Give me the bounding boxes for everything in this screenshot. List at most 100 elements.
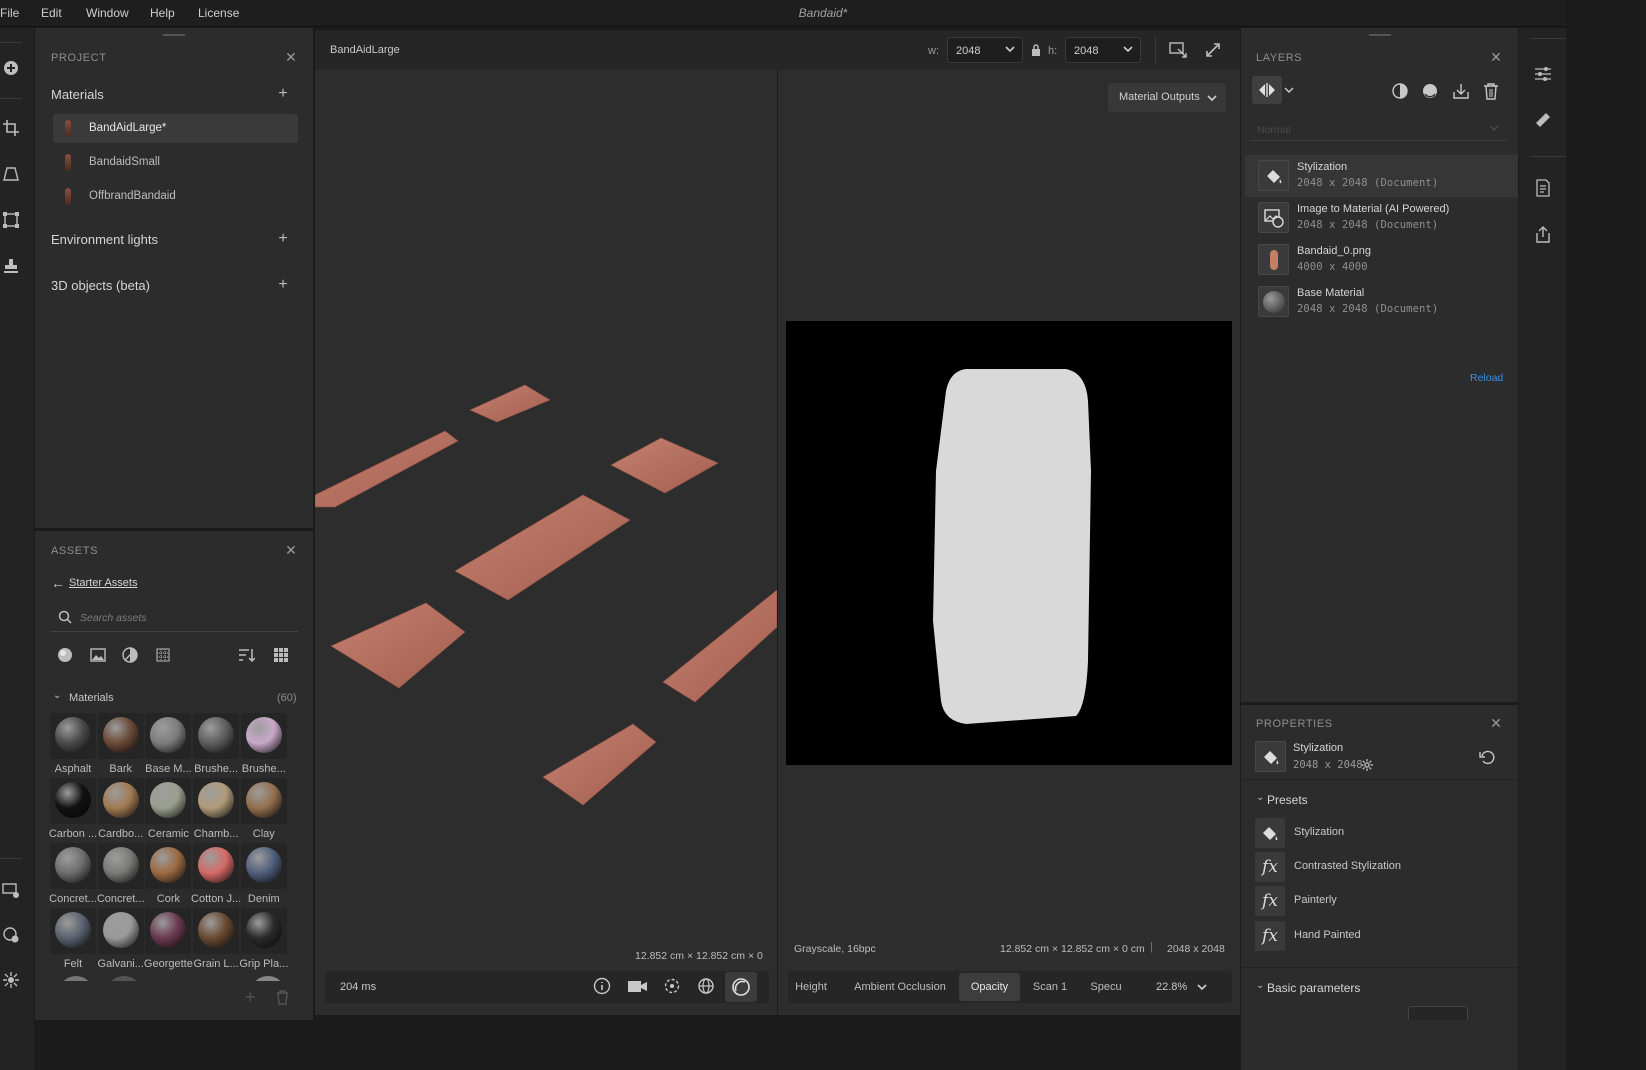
measure-icon[interactable] xyxy=(1531,108,1555,132)
objects-3d-header[interactable]: 3D objects (beta) xyxy=(51,278,150,293)
viewport-2d[interactable]: Material Outputs Grayscale, 16bpc 12.852… xyxy=(778,70,1240,965)
layer-item-base-material[interactable]: Base Material 2048 x 2048 (Document) xyxy=(1245,281,1518,323)
add-3d-object-icon[interactable]: + xyxy=(276,277,290,293)
add-icon[interactable] xyxy=(0,56,23,80)
height-select[interactable]: 2048 xyxy=(1065,37,1141,63)
add-asset-icon[interactable]: + xyxy=(245,987,256,1008)
display-settings-icon[interactable] xyxy=(0,878,23,902)
panel-grip[interactable] xyxy=(163,34,185,36)
grid-view-icon[interactable] xyxy=(269,643,293,667)
channel-tab-scan-1[interactable]: Scan 1 xyxy=(1030,973,1070,1001)
filter-materials-icon[interactable] xyxy=(53,643,77,667)
share-icon[interactable] xyxy=(1531,222,1555,246)
delete-layer-icon[interactable] xyxy=(1483,82,1499,100)
layer-item-bandaid-png[interactable]: Bandaid_0.png 4000 x 4000 xyxy=(1245,239,1518,281)
asset-material-item[interactable]: Bark xyxy=(97,713,144,775)
reset-icon[interactable] xyxy=(1479,749,1497,765)
asset-material-item[interactable]: Galvani... xyxy=(97,908,144,970)
asset-material-item[interactable]: Chamb... xyxy=(193,778,240,840)
asset-material-item[interactable]: Concret... xyxy=(49,843,97,905)
close-layers-icon[interactable]: ✕ xyxy=(1489,50,1503,64)
asset-material-item[interactable]: Grain L... xyxy=(193,908,240,970)
info-icon[interactable] xyxy=(593,977,611,995)
asset-material-item[interactable]: Base M... xyxy=(145,713,192,775)
parameter-field[interactable] xyxy=(1408,1006,1468,1020)
environment-settings-icon[interactable] xyxy=(0,923,23,947)
delete-asset-icon[interactable] xyxy=(276,990,289,1005)
sort-icon[interactable] xyxy=(234,643,258,667)
export-document-icon[interactable] xyxy=(1531,176,1555,200)
preset-stylization[interactable]: Stylization xyxy=(1255,818,1515,848)
chevron-down-icon[interactable] xyxy=(1196,981,1208,993)
close-project-icon[interactable]: ✕ xyxy=(284,50,298,64)
material-outputs-select[interactable]: Material Outputs xyxy=(1108,83,1226,112)
back-arrow-icon[interactable]: ← xyxy=(51,575,65,591)
presets-header[interactable]: Presets xyxy=(1267,793,1308,807)
chevron-down-icon[interactable] xyxy=(1284,86,1294,94)
fullscreen-icon[interactable] xyxy=(1205,42,1221,58)
asset-material-item[interactable]: Cardbo... xyxy=(97,778,144,840)
add-environment-light-icon[interactable]: + xyxy=(276,231,290,247)
preset-contrasted-stylization[interactable]: fx Contrasted Stylization xyxy=(1255,852,1515,882)
close-assets-icon[interactable]: ✕ xyxy=(284,543,298,557)
material-preview-button[interactable] xyxy=(725,972,757,1002)
add-fill-icon[interactable] xyxy=(1421,82,1441,100)
add-filter-icon[interactable] xyxy=(1391,82,1409,100)
transform-icon[interactable] xyxy=(0,208,23,232)
asset-material-item[interactable]: Cotton J... xyxy=(191,843,241,905)
gear-icon[interactable] xyxy=(1361,759,1373,771)
asset-material-item[interactable]: Cork xyxy=(145,843,192,905)
add-material-icon[interactable]: + xyxy=(276,86,290,102)
viewport-divider[interactable] xyxy=(777,70,778,1015)
asset-material-item[interactable]: Felt xyxy=(50,908,96,970)
search-field[interactable]: Search assets xyxy=(51,606,298,632)
close-properties-icon[interactable]: ✕ xyxy=(1489,716,1503,730)
environment-icon[interactable] xyxy=(697,977,717,995)
preset-hand-painted[interactable]: fx Hand Painted xyxy=(1255,921,1515,951)
blend-mode-select[interactable]: Normal xyxy=(1249,117,1508,141)
asset-material-item[interactable]: Brushe... xyxy=(193,713,240,775)
layer-item-stylization[interactable]: Stylization 2048 x 2048 (Document) xyxy=(1245,155,1518,197)
layer-item-image-to-material[interactable]: Image to Material (AI Powered) 2048 x 20… xyxy=(1245,197,1518,239)
menu-license[interactable]: License xyxy=(198,6,239,20)
asset-material-item[interactable]: Grip Pla... xyxy=(239,908,288,970)
scene-settings-icon[interactable] xyxy=(0,968,23,992)
reload-link[interactable]: Reload xyxy=(1470,372,1503,384)
menu-edit[interactable]: Edit xyxy=(41,6,62,20)
filter-patterns-icon[interactable] xyxy=(151,643,175,667)
fit-view-icon[interactable] xyxy=(1168,41,1188,59)
environment-lights-header[interactable]: Environment lights xyxy=(51,232,158,247)
filter-images-icon[interactable] xyxy=(86,643,110,667)
lock-icon[interactable] xyxy=(1031,44,1041,56)
basic-parameters-header[interactable]: Basic parameters xyxy=(1267,981,1360,995)
camera-icon[interactable] xyxy=(627,977,649,995)
asset-material-item[interactable]: Denim xyxy=(240,843,287,905)
channel-tab-specular[interactable]: Specu xyxy=(1089,973,1123,1001)
material-item-offbrandbandaid[interactable]: OffbrandBandaid xyxy=(53,182,298,211)
preset-painterly[interactable]: fx Painterly xyxy=(1255,886,1515,916)
starter-assets-link[interactable]: Starter Assets xyxy=(69,577,137,589)
presets-chevron-icon[interactable]: ⌄ xyxy=(1256,792,1264,803)
material-item-bandaidsmall[interactable]: BandaidSmall xyxy=(53,148,298,177)
settings-sliders-icon[interactable] xyxy=(1531,62,1555,86)
panel-grip[interactable] xyxy=(1369,34,1391,36)
width-select[interactable]: 2048 xyxy=(947,37,1023,63)
asset-material-item[interactable]: Brushe... xyxy=(240,713,287,775)
menu-window[interactable]: Window xyxy=(86,6,129,20)
basic-parameters-chevron-icon[interactable]: ⌄ xyxy=(1256,980,1264,991)
channel-tab-height[interactable]: Height xyxy=(788,973,838,1001)
filter-substance-icon[interactable] xyxy=(118,643,142,667)
import-icon[interactable] xyxy=(1452,82,1470,100)
channel-tab-opacity[interactable]: Opacity xyxy=(959,973,1020,1001)
asset-material-item[interactable]: Ceramic xyxy=(145,778,192,840)
perspective-icon[interactable] xyxy=(0,162,23,186)
crop-icon[interactable] xyxy=(0,116,23,140)
add-layer-button[interactable] xyxy=(1252,76,1282,104)
asset-material-item[interactable]: Georgette xyxy=(144,908,193,970)
asset-material-item[interactable]: Concret... xyxy=(97,843,145,905)
asset-material-item[interactable]: Asphalt xyxy=(50,713,96,775)
collapse-materials-chevron-icon[interactable]: ⌄ xyxy=(53,690,61,701)
stamp-icon[interactable] xyxy=(0,254,23,278)
material-item-bandaidlarge[interactable]: BandAidLarge* xyxy=(53,114,298,143)
menu-file[interactable]: File xyxy=(0,6,19,20)
